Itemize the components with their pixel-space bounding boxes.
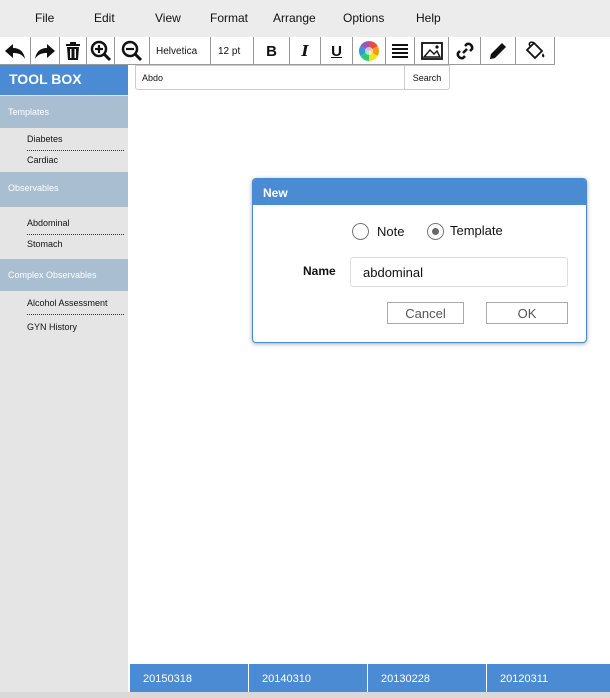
font-size-select[interactable]: 12 pt [211,37,254,65]
color-picker-button[interactable] [353,37,386,65]
name-field[interactable] [350,257,568,287]
image-icon [420,42,443,60]
sidebar-item-alcohol-assessment[interactable]: Alcohol Assessment [27,298,108,308]
dialog-title: New [253,179,586,205]
search-input[interactable] [136,66,404,89]
sidebar-item-abdominal[interactable]: Abdominal [27,218,70,228]
italic-label: I [301,42,309,60]
menu-help[interactable]: Help [416,11,441,25]
redo-button[interactable] [31,37,60,65]
menu-bar: File Edit View Format Arrange Options He… [0,0,610,37]
divider [27,150,124,151]
redo-icon [35,44,55,59]
toolbox-sidebar: TOOL BOX Templates Diabetes Cardiac Obse… [0,65,128,698]
menu-arrange[interactable]: Arrange [273,11,316,25]
sidebar-item-cardiac[interactable]: Cardiac [27,155,58,165]
menu-options[interactable]: Options [343,11,384,25]
italic-button[interactable]: I [290,37,321,65]
menu-edit[interactable]: Edit [94,11,115,25]
bold-label: B [266,42,277,60]
font-family-select[interactable]: Helvetica [150,37,211,65]
ok-button[interactable]: OK [486,302,568,324]
link-icon [456,42,473,60]
divider [27,314,124,315]
note-radio-label[interactable]: Note [377,224,404,239]
name-label: Name [303,264,336,278]
font-family-value: Helvetica [156,45,198,57]
toolbar: Helvetica 12 pt B I U [0,37,555,65]
sidebar-item-gyn-history[interactable]: GYN History [27,322,77,332]
color-wheel-icon [359,41,379,61]
zoom-in-icon [90,40,111,62]
section-complex-observables[interactable]: Complex Observables [0,259,128,291]
zoom-out-icon [121,40,143,62]
zoom-out-button[interactable] [115,37,150,65]
menu-view[interactable]: View [155,11,181,25]
sidebar-item-diabetes[interactable]: Diabetes [27,134,63,144]
trash-icon [66,42,80,60]
pencil-button[interactable] [481,37,516,65]
insert-image-button[interactable] [415,37,449,65]
search-bar: Search [135,65,450,90]
underline-button[interactable]: U [321,37,353,65]
link-button[interactable] [449,37,481,65]
search-button[interactable]: Search [404,66,449,89]
paint-bucket-button[interactable] [516,37,555,65]
status-strip [0,692,610,698]
new-dialog: New Note Template Name Cancel OK [252,178,587,343]
undo-button[interactable] [0,37,31,65]
menu-format[interactable]: Format [210,11,248,25]
divider [27,234,124,235]
toolbox-title: TOOL BOX [0,65,128,95]
bold-button[interactable]: B [254,37,290,65]
font-size-value: 12 pt [218,45,241,57]
undo-icon [5,44,25,59]
paint-bucket-icon [525,41,545,60]
underline-label: U [331,42,342,60]
zoom-in-button[interactable] [87,37,115,65]
tab-20130228[interactable]: 20130228 [368,664,486,692]
align-button[interactable] [386,37,415,65]
delete-button[interactable] [60,37,87,65]
menu-file[interactable]: File [35,11,54,25]
tab-20150318[interactable]: 20150318 [130,664,248,692]
note-radio[interactable] [352,223,369,240]
date-tab-bar: 20150318 20140310 20130228 20120311 [130,664,610,692]
section-observables[interactable]: Observables [0,172,128,207]
section-templates[interactable]: Templates [0,96,128,128]
sidebar-item-stomach[interactable]: Stomach [27,239,63,249]
template-radio[interactable] [427,223,444,240]
align-icon [392,44,408,58]
tab-20120311[interactable]: 20120311 [487,664,610,692]
cancel-button[interactable]: Cancel [387,302,464,324]
template-radio-label[interactable]: Template [450,223,503,238]
tab-20140310[interactable]: 20140310 [249,664,367,692]
pencil-icon [490,43,506,59]
